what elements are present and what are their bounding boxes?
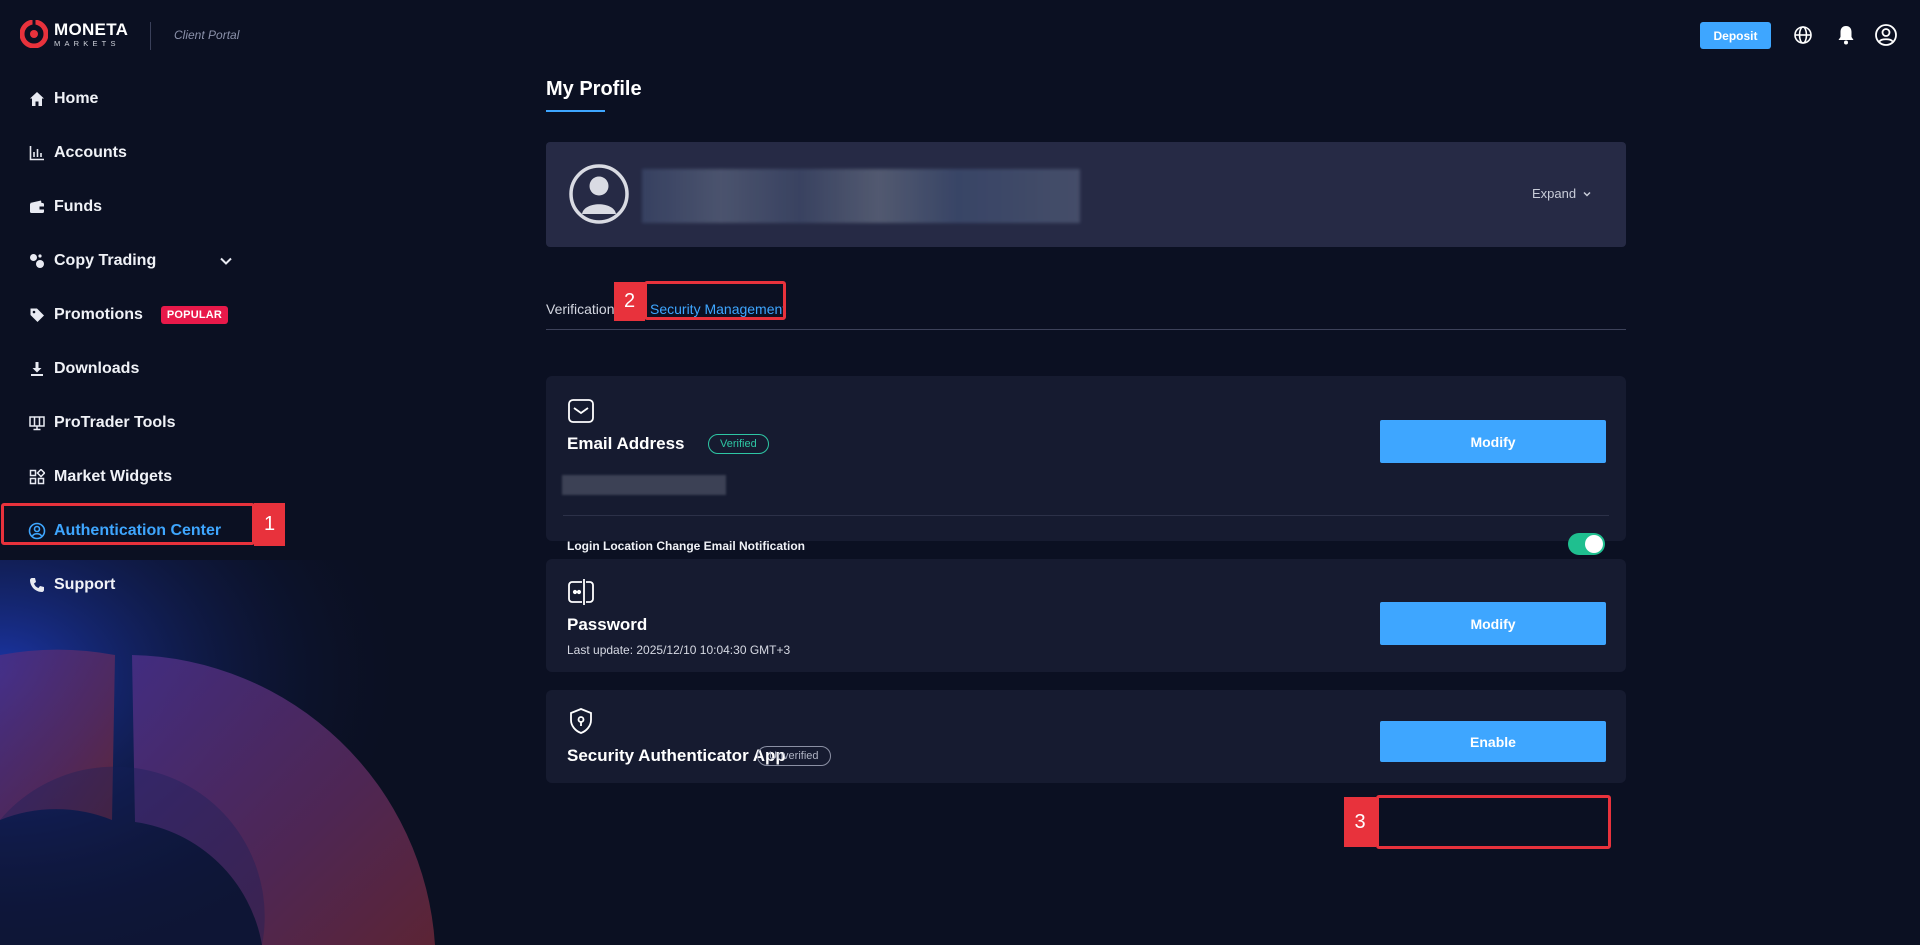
download-icon	[28, 360, 46, 378]
sidebar-item-label: ProTrader Tools	[54, 414, 176, 431]
sidebar-item-market-widgets[interactable]: Market Widgets	[0, 450, 260, 504]
logo-text: MONETA MARKETS	[54, 21, 128, 48]
widgets-icon	[28, 468, 46, 486]
sidebar-item-label: Copy Trading	[54, 252, 157, 269]
sidebar-item-label: Downloads	[54, 360, 140, 377]
wallet-icon	[28, 198, 46, 216]
sidebar-item-label: Funds	[54, 198, 102, 215]
user-circle-icon[interactable]	[1873, 22, 1899, 48]
decorative-background	[0, 560, 520, 945]
password-icon	[568, 579, 594, 605]
step-number-3: 3	[1344, 797, 1376, 847]
logo-line2: MARKETS	[54, 38, 120, 48]
email-address-card: Email Address Verified Modify Login Loca…	[546, 376, 1626, 555]
tab-verification[interactable]: Verification	[546, 301, 614, 317]
unverified-badge: Unverified	[757, 746, 831, 766]
step-number-2: 2	[614, 282, 645, 321]
highlight-box-3	[1376, 795, 1611, 849]
sidebar-item-support[interactable]: Support	[0, 558, 260, 612]
tab-security-management[interactable]: Security Management	[650, 301, 786, 317]
sidebar-item-accounts[interactable]: Accounts	[0, 126, 260, 180]
login-location-toggle-label: Login Location Change Email Notification	[567, 539, 806, 553]
toggle-knob	[1585, 535, 1603, 553]
tag-icon	[28, 306, 46, 324]
sidebar-item-downloads[interactable]: Downloads	[0, 342, 260, 396]
enable-authenticator-button[interactable]: Enable	[1380, 721, 1606, 762]
card-divider	[563, 515, 1609, 516]
email-address-title: Email Address	[567, 434, 685, 453]
logo-mark-icon	[20, 20, 48, 48]
monitor-icon	[28, 414, 46, 432]
sidebar-item-label: Promotions	[54, 306, 143, 323]
sidebar-item-promotions[interactable]: Promotions POPULAR	[0, 288, 260, 342]
logo-divider	[150, 22, 151, 50]
sidebar: Home Accounts Funds Copy Trading Promoti…	[0, 72, 260, 612]
copy-trading-icon	[28, 252, 46, 270]
bar-chart-icon	[28, 144, 46, 162]
user-shield-icon	[28, 522, 46, 540]
redacted-email	[562, 475, 726, 495]
security-authenticator-title: Security Authenticator App	[567, 746, 786, 765]
home-icon	[28, 90, 46, 108]
shield-icon	[570, 708, 592, 734]
expand-label: Expand	[1532, 186, 1577, 201]
tab-bar: Verification Security Management	[546, 290, 1626, 330]
sidebar-item-label: Market Widgets	[54, 468, 173, 485]
sidebar-item-home[interactable]: Home	[0, 72, 260, 126]
password-title: Password	[567, 615, 648, 634]
bell-icon[interactable]	[1833, 22, 1859, 48]
phone-icon	[28, 576, 46, 594]
security-authenticator-card: Security Authenticator App Unverified En…	[546, 690, 1626, 783]
modify-email-button[interactable]: Modify	[1380, 420, 1606, 463]
logo[interactable]: MONETA MARKETS	[20, 20, 128, 48]
sidebar-item-label: Support	[54, 576, 116, 593]
sidebar-item-label: Accounts	[54, 144, 127, 161]
chevron-down-icon	[1583, 191, 1591, 197]
globe-icon[interactable]	[1790, 22, 1816, 48]
sidebar-item-copy-trading[interactable]: Copy Trading	[0, 234, 260, 288]
top-bar: MONETA MARKETS Client Portal Deposit	[0, 0, 1920, 70]
deposit-button[interactable]: Deposit	[1700, 22, 1771, 49]
verified-badge: Verified	[708, 434, 769, 454]
sidebar-item-funds[interactable]: Funds	[0, 180, 260, 234]
login-location-toggle[interactable]	[1568, 533, 1605, 555]
step-number-1: 1	[254, 503, 285, 546]
mail-icon	[568, 399, 594, 423]
logo-line1: MONETA	[54, 19, 129, 39]
password-last-update: Last update: 2025/12/10 10:04:30 GMT+3	[567, 643, 791, 657]
modify-password-button[interactable]: Modify	[1380, 602, 1606, 645]
chevron-down-icon[interactable]	[217, 252, 235, 270]
sidebar-item-label: Authentication Center	[54, 522, 222, 539]
sidebar-item-authentication-center[interactable]: Authentication Center	[0, 504, 260, 558]
sidebar-item-label: Home	[54, 90, 99, 107]
sidebar-item-protrader-tools[interactable]: ProTrader Tools	[0, 396, 260, 450]
profile-card: Expand	[546, 142, 1626, 247]
page-title: My Profile	[546, 78, 642, 100]
password-card: Password Last update: 2025/12/10 10:04:3…	[546, 559, 1626, 672]
expand-button[interactable]: Expand	[1532, 186, 1592, 201]
title-underline	[546, 110, 605, 112]
popular-badge: POPULAR	[160, 306, 229, 324]
redacted-name	[642, 169, 1080, 223]
portal-label: Client Portal	[174, 28, 240, 42]
avatar	[569, 164, 629, 224]
